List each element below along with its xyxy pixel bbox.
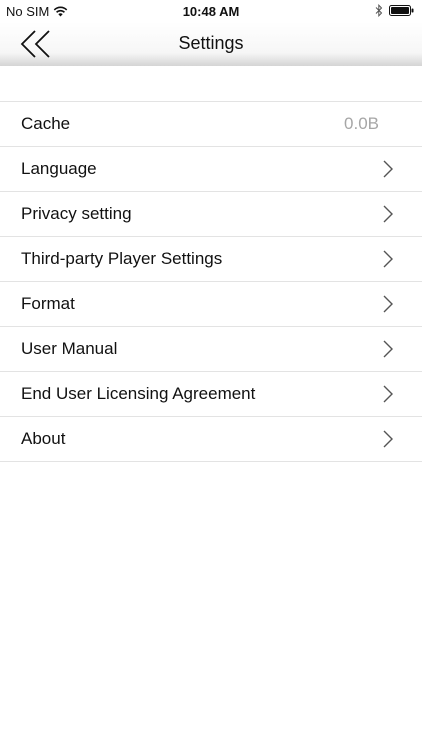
- chevron-right-icon: [382, 340, 394, 358]
- status-bar: No SIM 10:48 AM: [0, 0, 422, 22]
- chevron-right-icon: [382, 295, 394, 313]
- settings-row-user-manual[interactable]: User Manual: [0, 327, 422, 372]
- cache-size-value: 0.0B: [344, 114, 379, 133]
- battery-icon: [389, 5, 414, 16]
- settings-row-about[interactable]: About: [0, 417, 422, 462]
- row-label: Privacy setting: [21, 204, 132, 223]
- chevron-right-icon: [382, 205, 394, 223]
- page-title: Settings: [178, 33, 244, 53]
- row-label: Format: [21, 294, 75, 313]
- settings-row-cache[interactable]: Cache 0.0B: [0, 102, 422, 147]
- row-label: User Manual: [21, 339, 118, 358]
- settings-list: Cache 0.0B Language Privacy setting Thir…: [0, 101, 422, 462]
- row-label: Language: [21, 159, 97, 178]
- row-label: About: [21, 429, 66, 448]
- settings-row-privacy[interactable]: Privacy setting: [0, 192, 422, 237]
- navigation-bar: Settings: [0, 22, 422, 66]
- settings-row-third-party-player[interactable]: Third-party Player Settings: [0, 237, 422, 282]
- chevron-right-icon: [382, 385, 394, 403]
- row-label: Cache: [21, 114, 71, 133]
- chevron-right-icon: [382, 160, 394, 178]
- chevron-right-icon: [382, 250, 394, 268]
- settings-row-language[interactable]: Language: [0, 147, 422, 192]
- bluetooth-icon: [375, 4, 383, 17]
- settings-row-format[interactable]: Format: [0, 282, 422, 327]
- settings-row-eula[interactable]: End User Licensing Agreement: [0, 372, 422, 417]
- status-time: 10:48 AM: [182, 4, 240, 19]
- row-label: Third-party Player Settings: [21, 249, 223, 268]
- status-right: [375, 4, 414, 17]
- row-label: End User Licensing Agreement: [21, 384, 256, 403]
- chevron-right-icon: [382, 430, 394, 448]
